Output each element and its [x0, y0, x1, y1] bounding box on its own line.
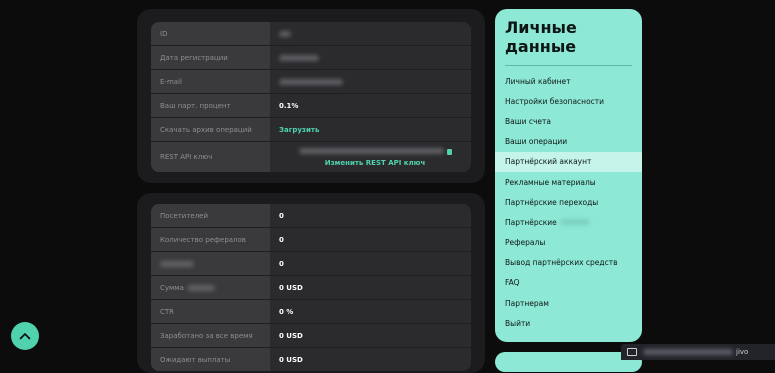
row-value: Загрузить [270, 118, 471, 141]
row-value: 0 [279, 259, 284, 268]
row-label: CTR [151, 300, 270, 323]
row-label: Количество рефералов [151, 228, 270, 251]
sidebar-item-operations[interactable]: Ваши операции [495, 132, 642, 152]
table-row: Ваш парт. процент 0.1% [151, 94, 471, 118]
chat-widget[interactable]: jivo [621, 344, 775, 360]
sidebar-menu: Личный кабинет Настройки безопасности Ва… [495, 71, 642, 333]
sidebar-item-faq[interactable]: FAQ [495, 273, 642, 293]
row-label [151, 252, 270, 275]
download-archive-link[interactable]: Загрузить [279, 126, 319, 134]
row-value: Изменить REST API ключ [270, 142, 471, 172]
sidebar-item-partner-visits[interactable]: Партнёрские переходы [495, 192, 642, 212]
sidebar-item-label: Партнёрские [505, 217, 557, 227]
copy-icon[interactable] [446, 148, 452, 155]
redacted-label [186, 284, 215, 291]
sidebar-item-partner-redacted[interactable]: Партнёрские [495, 212, 642, 232]
divider [505, 65, 632, 66]
sidebar-item-partner-account[interactable]: Партнёрский аккаунт [495, 151, 642, 172]
api-key-line [298, 147, 452, 156]
redacted-label [160, 260, 194, 267]
table-row: Скачать архив операций Загрузить [151, 118, 471, 142]
chevron-up-icon [19, 333, 31, 340]
table-row: 0 [151, 252, 471, 276]
redacted-date [279, 54, 319, 61]
table-row: Посетителей 0 [151, 204, 471, 228]
row-value: 0 % [279, 307, 294, 316]
sidebar-item-withdraw[interactable]: Вывод партнёрских средств [495, 253, 642, 273]
row-value: 0 USD [279, 331, 303, 340]
sidebar-item-accounts[interactable]: Ваши счета [495, 111, 642, 131]
personal-data-sidebar: Личные данные Личный кабинет Настройки б… [495, 9, 642, 342]
scroll-top-button[interactable] [11, 322, 39, 350]
redacted-chat-text [643, 349, 733, 355]
partner-percent-value: 0.1% [279, 101, 299, 110]
secondary-panel [495, 352, 642, 372]
table-row: CTR 0 % [151, 300, 471, 324]
row-label: Дата регистрации [151, 46, 270, 69]
sidebar-title: Личные данные [505, 18, 577, 56]
account-info-card: ID Дата регистрации E-mail Ваш парт. про… [137, 9, 485, 183]
row-value: 0 [279, 211, 284, 220]
row-value [270, 46, 471, 69]
table-row: Заработано за все время 0 USD [151, 324, 471, 348]
row-value [270, 70, 471, 93]
sidebar-item-logout[interactable]: Выйти [495, 313, 642, 333]
sidebar-item-dashboard[interactable]: Личный кабинет [495, 71, 642, 91]
row-label-text: Сумма [160, 283, 184, 292]
row-label: Ваш парт. процент [151, 94, 270, 117]
sidebar-item-partners[interactable]: Партнерам [495, 293, 642, 313]
row-value: 0 [279, 235, 284, 244]
row-label: REST API ключ [151, 142, 270, 172]
sidebar-item-ad-materials[interactable]: Рекламные материалы [495, 172, 642, 192]
partner-stats-card: Посетителей 0 Количество рефералов 0 0 С… [137, 193, 485, 373]
row-label: E-mail [151, 70, 270, 93]
row-label: Скачать архив операций [151, 118, 270, 141]
account-info-table: ID Дата регистрации E-mail Ваш парт. про… [151, 22, 471, 172]
row-value: 0 USD [279, 283, 303, 292]
table-row: REST API ключ Изменить REST API ключ [151, 142, 471, 172]
row-label: Сумма [151, 276, 270, 299]
redacted-id [279, 30, 291, 37]
row-label: ID [151, 22, 270, 45]
sidebar-item-referrals[interactable]: Рефералы [495, 233, 642, 253]
table-row: Сумма 0 USD [151, 276, 471, 300]
table-row: E-mail [151, 70, 471, 94]
row-value [270, 22, 471, 45]
redacted-api-key [298, 147, 444, 154]
envelope-icon [627, 348, 637, 356]
partner-stats-table: Посетителей 0 Количество рефералов 0 0 С… [151, 204, 471, 371]
sidebar-item-security-settings[interactable]: Настройки безопасности [495, 91, 642, 111]
redacted-text [559, 219, 590, 226]
change-api-key-link[interactable]: Изменить REST API ключ [325, 159, 426, 167]
table-row: Количество рефералов 0 [151, 228, 471, 252]
redacted-email [279, 78, 343, 85]
row-label: Посетителей [151, 204, 270, 227]
chat-brand: jivo [736, 348, 749, 356]
row-label: Заработано за все время [151, 324, 270, 347]
table-row: ID [151, 22, 471, 46]
table-row: Дата регистрации [151, 46, 471, 70]
